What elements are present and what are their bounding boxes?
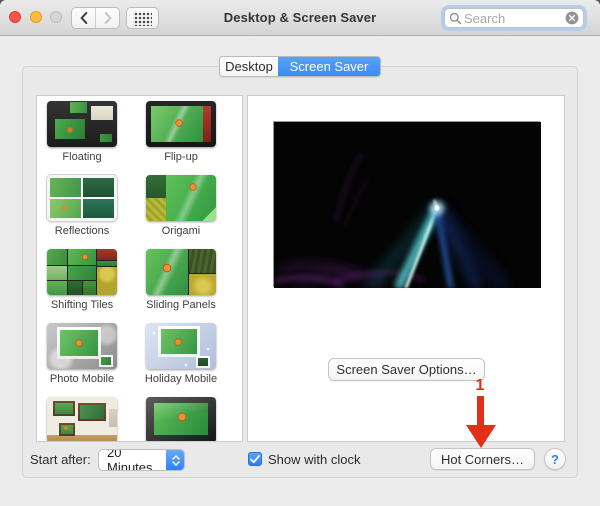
preferences-window: Desktop & Screen Saver Desktop Screen Sa… [0, 0, 600, 506]
sliding-panels-thumbnail [146, 249, 216, 295]
saver-label: Floating [62, 151, 102, 163]
tab-desktop[interactable]: Desktop [220, 57, 278, 76]
popup-stepper-icon [166, 450, 184, 470]
shifting-tiles-thumbnail [47, 249, 117, 295]
saver-item-partial-left[interactable] [47, 397, 117, 441]
help-button[interactable]: ? [544, 448, 566, 470]
start-after-label: Start after: [30, 452, 91, 467]
search-field[interactable] [444, 8, 584, 28]
show-with-clock-label: Show with clock [268, 452, 361, 467]
hot-corners-button[interactable]: Hot Corners… [430, 448, 535, 470]
annotation-number: 1 [475, 377, 485, 394]
holiday-mobile-thumbnail [146, 323, 216, 369]
show-with-clock-checkbox[interactable] [248, 452, 262, 466]
screensaver-preview [273, 121, 541, 288]
saver-item-holiday-mobile[interactable]: Holiday Mobile [145, 323, 217, 385]
checkmark-icon [250, 454, 260, 463]
photo-mobile-thumbnail [47, 323, 117, 369]
saver-label: Photo Mobile [49, 373, 115, 385]
saver-label: Shifting Tiles [50, 299, 114, 311]
tab-screen-saver[interactable]: Screen Saver [278, 57, 380, 76]
saver-label: Holiday Mobile [144, 373, 218, 385]
flurry-preview-image [274, 122, 541, 288]
search-focus-ring [441, 5, 587, 31]
annotation-arrow-head [466, 425, 496, 448]
search-input[interactable] [462, 9, 565, 27]
saver-label: Reflections [54, 225, 110, 237]
reflections-thumbnail [47, 175, 117, 221]
screensaver-list: Floating Flip-up Reflections Origami Shi… [36, 95, 243, 442]
saver-label: Sliding Panels [146, 299, 216, 311]
saver-item-photo-mobile[interactable]: Photo Mobile [47, 323, 117, 385]
flip-up-thumbnail [146, 101, 216, 147]
tv-frame-thumbnail [146, 397, 216, 441]
start-after-popup[interactable]: 20 Minutes [98, 449, 185, 471]
saver-item-shifting-tiles[interactable]: Shifting Tiles [47, 249, 117, 311]
tab-bar: Desktop Screen Saver [219, 56, 381, 77]
floating-thumbnail [47, 101, 117, 147]
saver-item-reflections[interactable]: Reflections [47, 175, 117, 237]
saver-label: Flip-up [164, 151, 198, 163]
annotation-arrow-shaft [477, 396, 484, 426]
start-after-value: 20 Minutes [107, 449, 153, 471]
saver-item-partial-right[interactable] [146, 397, 216, 441]
search-icon [449, 12, 462, 24]
titlebar: Desktop & Screen Saver [0, 0, 600, 36]
gallery-thumbnail [47, 397, 117, 441]
saver-item-floating[interactable]: Floating [47, 101, 117, 163]
origami-thumbnail [146, 175, 216, 221]
saver-item-sliding-panels[interactable]: Sliding Panels [146, 249, 216, 311]
clear-search-icon[interactable] [565, 11, 579, 25]
saver-label: Origami [161, 225, 201, 237]
saver-item-origami[interactable]: Origami [146, 175, 216, 237]
saver-item-flip-up[interactable]: Flip-up [146, 101, 216, 163]
